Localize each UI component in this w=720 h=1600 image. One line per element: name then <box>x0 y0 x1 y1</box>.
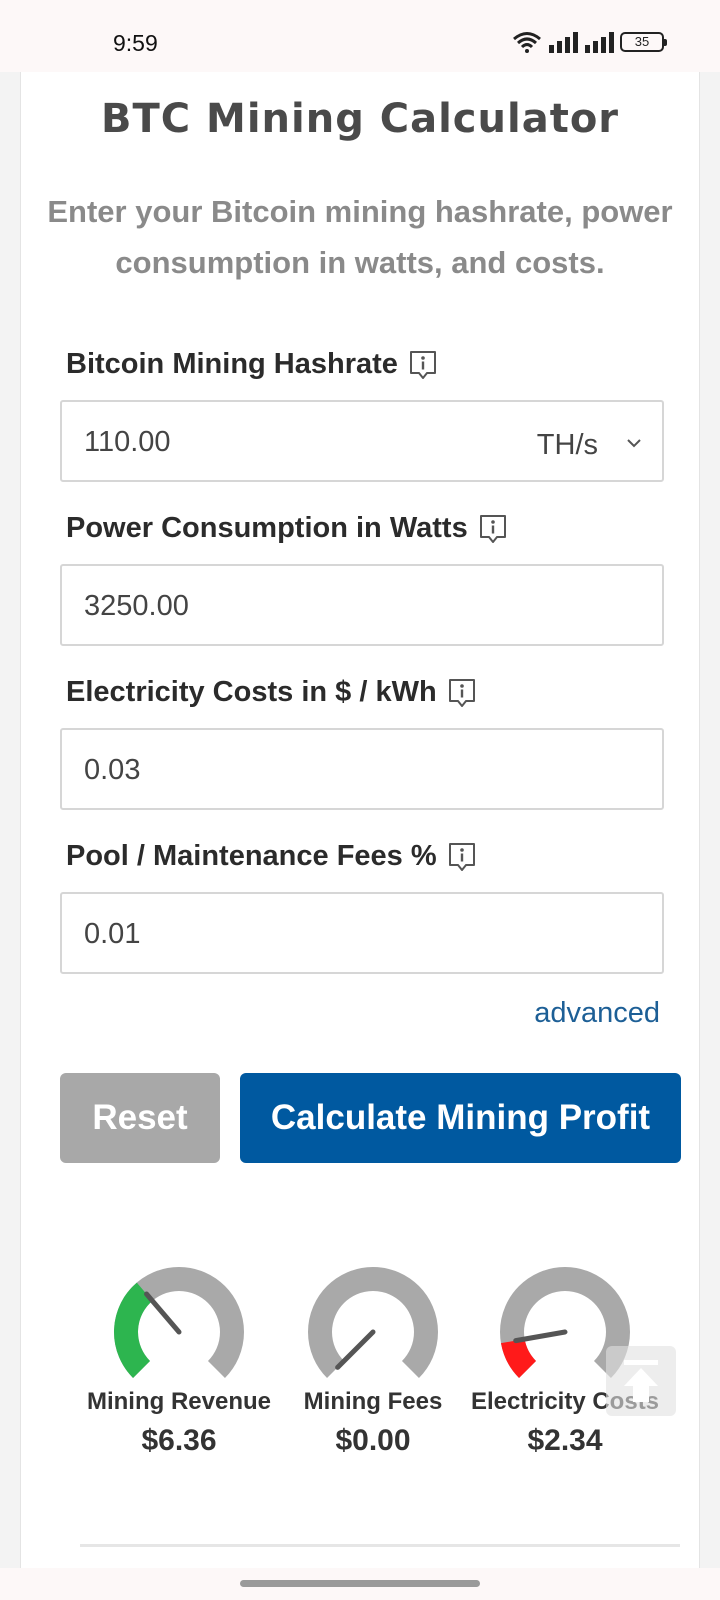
electricity-value: 0.03 <box>84 754 141 786</box>
calculate-button[interactable]: Calculate Mining Profit <box>240 1073 681 1163</box>
power-label-text: Power Consumption in Watts <box>66 512 468 544</box>
gauge-mining-fees: Mining Fees $0.00 <box>268 1262 478 1458</box>
gauge-needle <box>335 1329 376 1370</box>
gauge-value: $6.36 <box>141 1424 217 1457</box>
gauge-value: $2.34 <box>527 1424 603 1457</box>
fees-input[interactable]: 0.01 <box>60 892 664 974</box>
hashrate-value: 110.00 <box>84 426 171 458</box>
electricity-label: Electricity Costs in $ / kWh <box>66 676 477 709</box>
signal-icon-2 <box>585 32 614 53</box>
home-indicator[interactable] <box>240 1580 480 1587</box>
info-icon[interactable] <box>478 513 508 545</box>
gauge-value: $0.00 <box>335 1424 411 1457</box>
electricity-input[interactable]: 0.03 <box>60 728 664 810</box>
gauge-fill <box>500 1338 537 1378</box>
power-input[interactable]: 3250.00 <box>60 564 664 646</box>
info-icon[interactable] <box>408 349 438 381</box>
gauge-fill <box>114 1282 153 1378</box>
fees-value: 0.01 <box>84 918 141 950</box>
chevron-down-icon[interactable] <box>626 435 642 451</box>
gauge-track <box>308 1267 438 1378</box>
hashrate-unit-select[interactable]: TH/s <box>537 429 598 462</box>
gauge-needle <box>144 1291 182 1335</box>
gauge-dial <box>308 1267 438 1378</box>
info-icon[interactable] <box>447 677 477 709</box>
gauge-mining-revenue: Mining Revenue $6.36 <box>74 1262 284 1458</box>
gauge-dial <box>114 1267 244 1378</box>
fees-label-text: Pool / Maintenance Fees % <box>66 840 437 872</box>
info-icon[interactable] <box>447 841 477 873</box>
power-label: Power Consumption in Watts <box>66 512 508 545</box>
gauge-label: Mining Fees <box>303 1388 443 1415</box>
status-bar: 9:59 35 <box>0 0 720 72</box>
page-subtitle: Enter your Bitcoin mining hashrate, powe… <box>47 194 673 280</box>
scroll-to-top-button[interactable] <box>606 1346 676 1416</box>
page-title: BTC Mining Calculator <box>100 96 620 142</box>
signal-icon <box>549 32 578 53</box>
reset-button[interactable]: Reset <box>60 1073 220 1163</box>
hashrate-input[interactable]: 110.00 TH/s <box>60 400 664 482</box>
divider <box>80 1544 680 1547</box>
electricity-label-text: Electricity Costs in $ / kWh <box>66 676 437 708</box>
advanced-link[interactable]: advanced <box>534 997 660 1030</box>
wifi-icon <box>513 32 541 53</box>
power-value: 3250.00 <box>84 590 189 622</box>
status-icons: 35 <box>512 31 667 53</box>
arrow-up-icon <box>624 1360 658 1402</box>
hashrate-label: Bitcoin Mining Hashrate <box>66 348 438 381</box>
hashrate-label-text: Bitcoin Mining Hashrate <box>66 348 398 380</box>
battery-icon: 35 <box>620 32 667 52</box>
fees-label: Pool / Maintenance Fees % <box>66 840 477 873</box>
status-time: 9:59 <box>113 30 158 56</box>
gauge-label: Mining Revenue <box>86 1388 272 1415</box>
